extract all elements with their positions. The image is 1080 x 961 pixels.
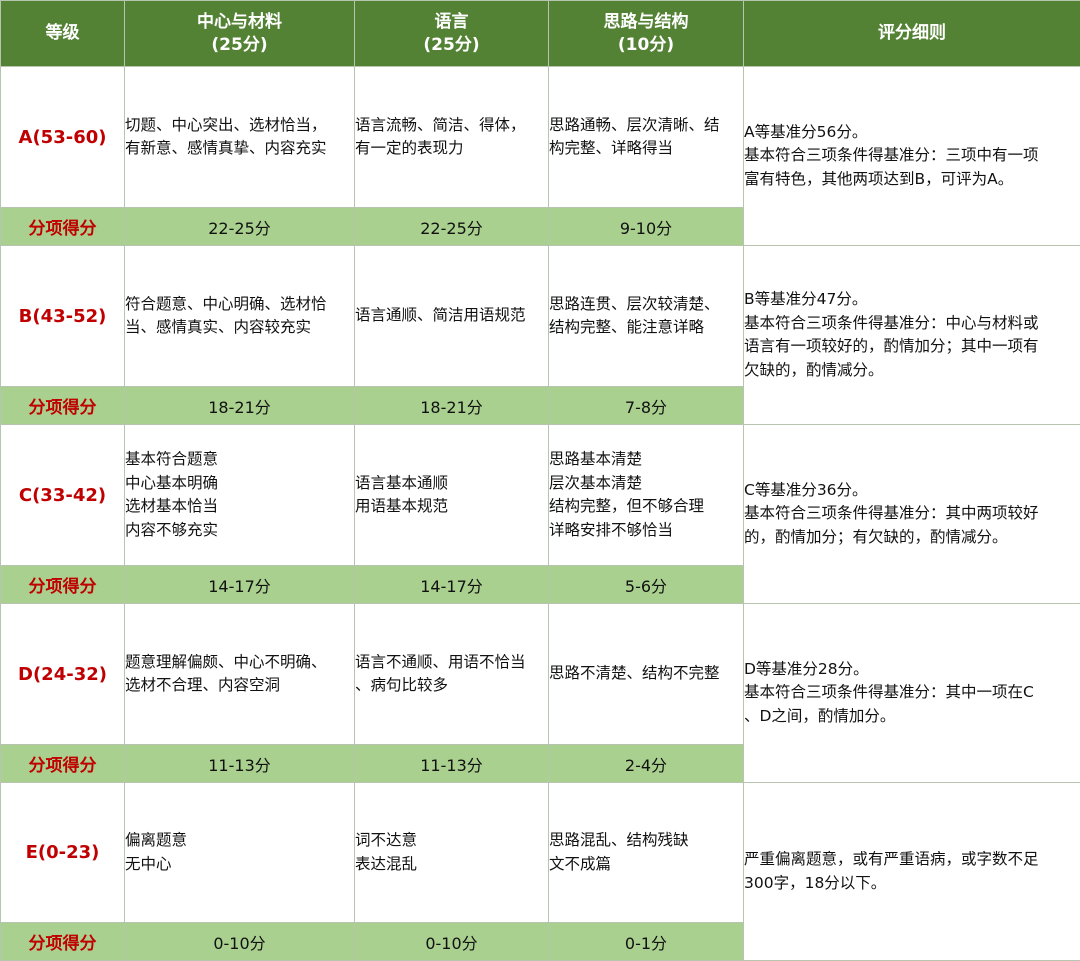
structure-score: 9-10分 xyxy=(549,208,744,246)
language-score: 22-25分 xyxy=(355,208,549,246)
language-score: 0-10分 xyxy=(355,923,549,961)
language-criteria: 语言流畅、简洁、得体，有一定的表现力 xyxy=(355,67,549,208)
structure-score: 5-6分 xyxy=(549,566,744,604)
structure-criteria: 思路基本清楚层次基本清楚结构完整，但不够合理详略安排不够恰当 xyxy=(549,425,744,566)
grade-label: A(53-60) xyxy=(1,67,125,208)
content-criteria: 切题、中心突出、选材恰当，有新意、感情真挚、内容充实 xyxy=(125,67,355,208)
language-criteria: 语言不通顺、用语不恰当、病句比较多 xyxy=(355,604,549,745)
content-score: 11-13分 xyxy=(125,745,355,783)
grading-rules: B等基准分47分。基本符合三项条件得基准分：中心与材料或语言有一项较好的，酌情加… xyxy=(744,246,1080,425)
sub-score-label: 分项得分 xyxy=(1,566,125,604)
language-criteria: 语言通顺、简洁用语规范 xyxy=(355,246,549,387)
sub-score-label: 分项得分 xyxy=(1,208,125,246)
content-score: 18-21分 xyxy=(125,387,355,425)
grading-rules: C等基准分36分。基本符合三项条件得基准分：其中两项较好的，酌情加分；有欠缺的，… xyxy=(744,425,1080,604)
structure-criteria: 思路混乱、结构残缺文不成篇 xyxy=(549,783,744,923)
language-score: 11-13分 xyxy=(355,745,549,783)
grade-label: C(33-42) xyxy=(1,425,125,566)
sub-score-label: 分项得分 xyxy=(1,745,125,783)
grade-c-row: C(33-42) 基本符合题意中心基本明确选材基本恰当内容不够充实 语言基本通顺… xyxy=(1,425,1080,566)
content-criteria: 符合题意、中心明确、选材恰当、感情真实、内容较充实 xyxy=(125,246,355,387)
sub-score-label: 分项得分 xyxy=(1,387,125,425)
grading-rules: A等基准分56分。基本符合三项条件得基准分：三项中有一项富有特色，其他两项达到B… xyxy=(744,67,1080,246)
language-criteria: 语言基本通顺用语基本规范 xyxy=(355,425,549,566)
grade-label: E(0-23) xyxy=(1,783,125,923)
language-score: 18-21分 xyxy=(355,387,549,425)
header-grade: 等级 xyxy=(1,1,125,67)
content-criteria: 偏离题意无中心 xyxy=(125,783,355,923)
grade-b-row: B(43-52) 符合题意、中心明确、选材恰当、感情真实、内容较充实 语言通顺、… xyxy=(1,246,1080,387)
grade-a-row: A(53-60) 切题、中心突出、选材恰当，有新意、感情真挚、内容充实 语言流畅… xyxy=(1,67,1080,208)
structure-criteria: 思路连贯、层次较清楚、结构完整、能注意详略 xyxy=(549,246,744,387)
header-language: 语言(25分) xyxy=(355,1,549,67)
grade-e-row: E(0-23) 偏离题意无中心 词不达意表达混乱 思路混乱、结构残缺文不成篇 严… xyxy=(1,783,1080,923)
header-row: 等级 中心与材料(25分) 语言(25分) 思路与结构(10分) 评分细则 xyxy=(1,1,1080,67)
grade-label: D(24-32) xyxy=(1,604,125,745)
language-criteria: 词不达意表达混乱 xyxy=(355,783,549,923)
structure-criteria: 思路不清楚、结构不完整 xyxy=(549,604,744,745)
structure-criteria: 思路通畅、层次清晰、结构完整、详略得当 xyxy=(549,67,744,208)
grading-rules: 严重偏离题意，或有严重语病，或字数不足300字，18分以下。 xyxy=(744,783,1080,961)
header-content-material: 中心与材料(25分) xyxy=(125,1,355,67)
content-score: 14-17分 xyxy=(125,566,355,604)
content-criteria: 基本符合题意中心基本明确选材基本恰当内容不够充实 xyxy=(125,425,355,566)
header-structure: 思路与结构(10分) xyxy=(549,1,744,67)
structure-score: 2-4分 xyxy=(549,745,744,783)
grading-rubric-table: 等级 中心与材料(25分) 语言(25分) 思路与结构(10分) 评分细则 A(… xyxy=(0,0,1080,961)
grade-d-row: D(24-32) 题意理解偏颇、中心不明确、选材不合理、内容空洞 语言不通顺、用… xyxy=(1,604,1080,745)
header-rules: 评分细则 xyxy=(744,1,1080,67)
grading-rules: D等基准分28分。基本符合三项条件得基准分：其中一项在C、D之间，酌情加分。 xyxy=(744,604,1080,783)
grade-label: B(43-52) xyxy=(1,246,125,387)
content-score: 22-25分 xyxy=(125,208,355,246)
content-criteria: 题意理解偏颇、中心不明确、选材不合理、内容空洞 xyxy=(125,604,355,745)
language-score: 14-17分 xyxy=(355,566,549,604)
content-score: 0-10分 xyxy=(125,923,355,961)
sub-score-label: 分项得分 xyxy=(1,923,125,961)
structure-score: 0-1分 xyxy=(549,923,744,961)
structure-score: 7-8分 xyxy=(549,387,744,425)
